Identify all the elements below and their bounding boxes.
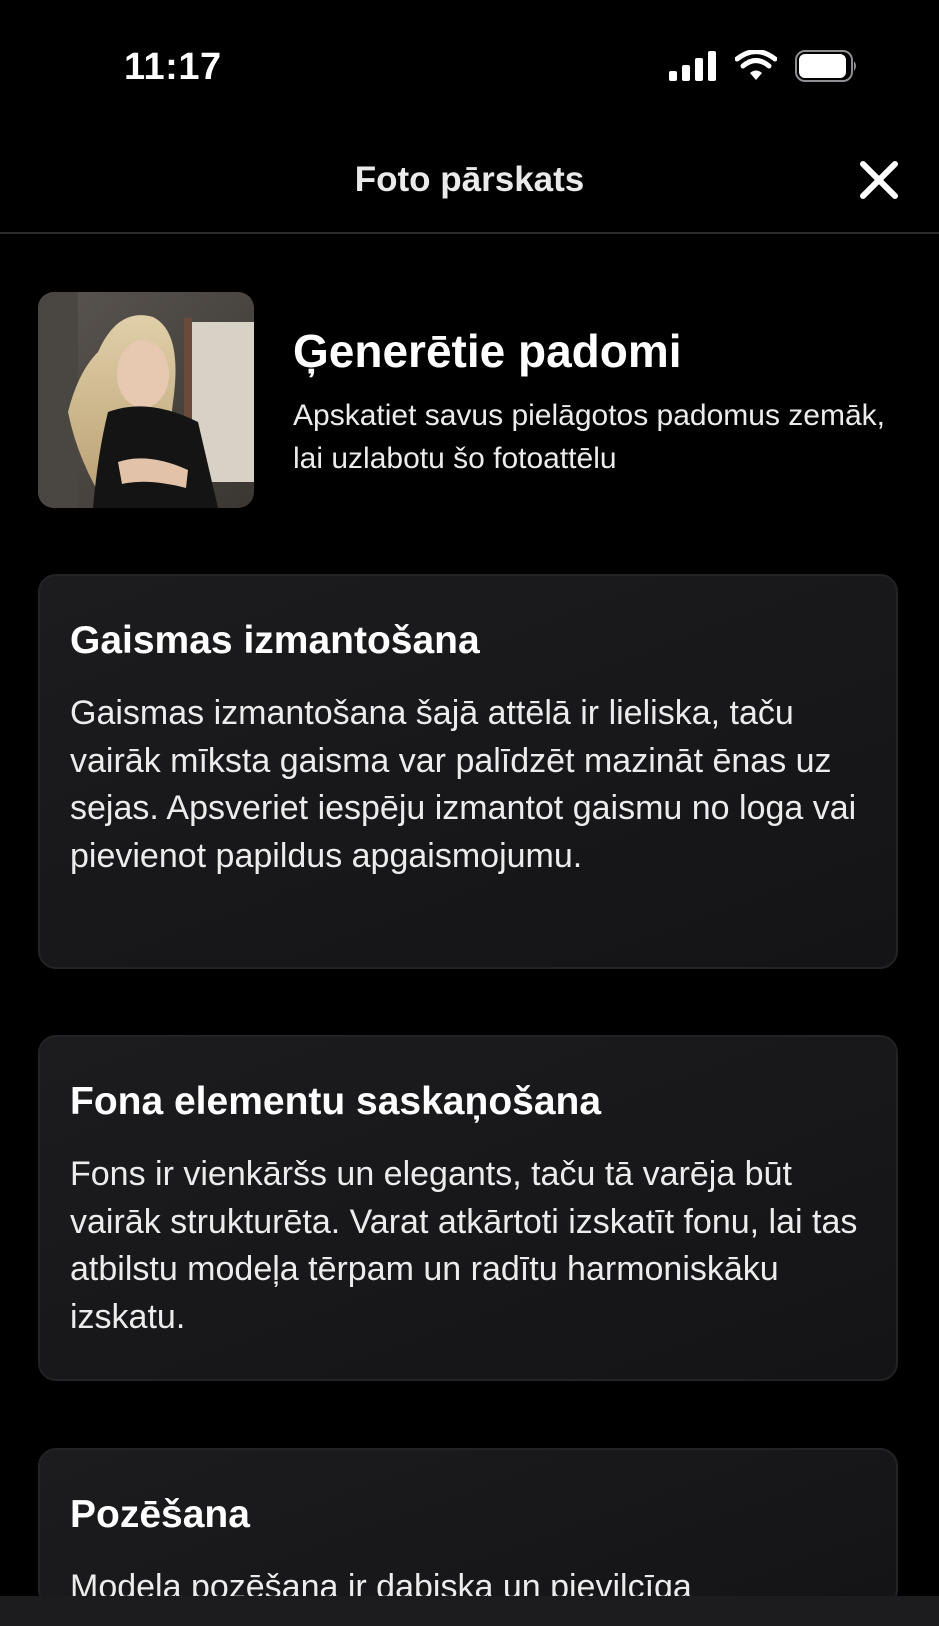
close-icon — [860, 161, 898, 199]
tip-card-posing: Pozēšana Modeļa pozēšana ir dabiska un p… — [38, 1448, 898, 1608]
intro-subtitle: Apskatiet savus pielāgotos padomus zemāk… — [293, 399, 885, 475]
status-time: 11:17 — [124, 46, 222, 88]
tip-body: Fons ir vienkāršs un elegants, taču tā v… — [70, 1155, 858, 1336]
tip-title: Fona elementu saskaņošana — [70, 1080, 602, 1123]
nav-header: Foto pārskats — [0, 140, 939, 234]
photo-thumbnail — [38, 292, 254, 508]
status-icons — [669, 50, 859, 82]
intro-title: Ģenerētie padomi — [293, 325, 682, 377]
signal-icon — [669, 51, 716, 81]
intro-section: Ģenerētie padomi Apskatiet savus pielāgo… — [38, 292, 900, 508]
wifi-icon — [735, 50, 777, 80]
tip-title: Gaismas izmantošana — [70, 619, 480, 662]
page-title: Foto pārskats — [354, 160, 585, 199]
tip-card-lighting: Gaismas izmantošana Gaismas izmantošana … — [38, 574, 898, 969]
close-button[interactable] — [857, 158, 901, 202]
tip-title: Pozēšana — [70, 1493, 250, 1536]
tip-card-background: Fona elementu saskaņošana Fons ir vienkā… — [38, 1035, 898, 1381]
bottom-bar — [0, 1596, 939, 1626]
battery-icon — [795, 50, 856, 82]
tip-body: Gaismas izmantošana šajā attēlā ir lieli… — [70, 694, 857, 875]
status-bar: 11:17 — [0, 0, 939, 140]
